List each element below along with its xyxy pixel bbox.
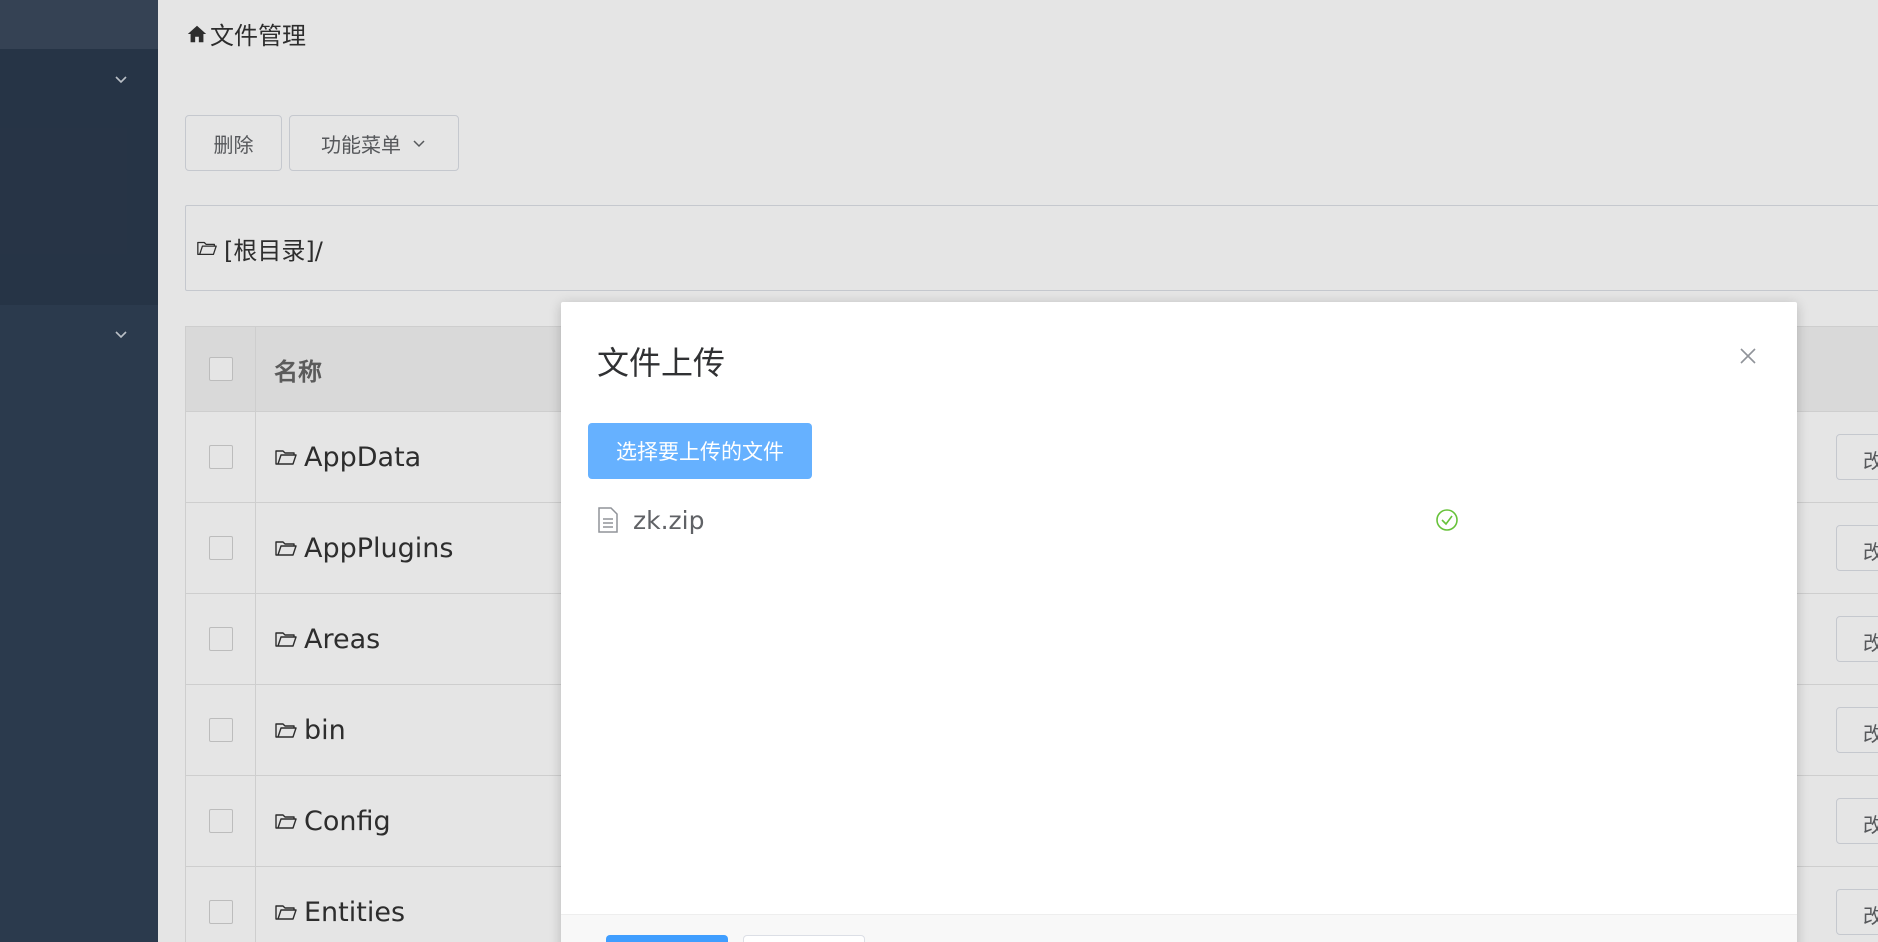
- confirm-button[interactable]: [606, 935, 728, 942]
- file-name: zk.zip: [633, 505, 705, 535]
- dialog-title: 文件上传: [597, 344, 726, 382]
- select-file-button[interactable]: 选择要上传的文件: [588, 423, 812, 479]
- dialog-footer: [561, 914, 1797, 942]
- document-icon: [598, 507, 618, 533]
- upload-file-item: zk.zip: [597, 502, 1467, 538]
- cancel-button[interactable]: [743, 935, 865, 942]
- success-check-icon: [1436, 509, 1458, 531]
- close-icon[interactable]: [1736, 344, 1760, 368]
- upload-dialog: 文件上传 选择要上传的文件 zk.zip: [561, 302, 1797, 942]
- select-file-label: 选择要上传的文件: [616, 440, 784, 464]
